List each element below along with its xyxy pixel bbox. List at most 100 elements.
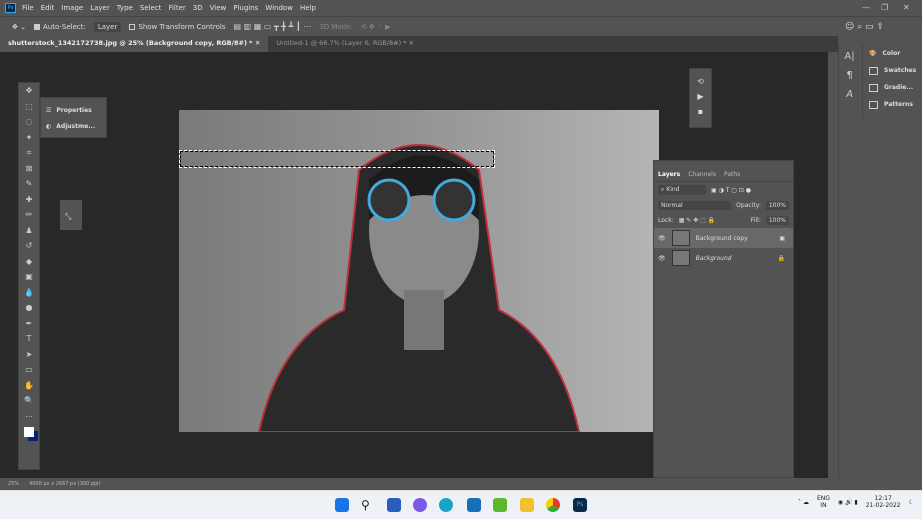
blend-mode-dropdown[interactable]: Normal <box>658 201 732 210</box>
tab-shutterstock[interactable]: shutterstock_1342172738.jpg @ 25% (Backg… <box>0 36 269 52</box>
history-brush-icon[interactable]: ↺ <box>19 238 39 254</box>
chat-icon[interactable] <box>413 498 427 512</box>
status-bar: 25% 4000 px x 2667 px (300 ppi) <box>0 478 922 490</box>
comments-icon[interactable]: ▪ <box>698 107 703 116</box>
zoom-tool-icon[interactable]: 🔍 <box>19 393 39 409</box>
play-actions-icon[interactable]: ▶ <box>697 92 703 101</box>
pen-tool-icon[interactable]: ✒ <box>19 316 39 332</box>
menu-view[interactable]: View <box>210 4 227 12</box>
path-select-icon[interactable]: ➤ <box>19 347 39 363</box>
close-tab-icon[interactable]: ✕ <box>255 39 260 47</box>
language-indicator[interactable]: ENG IN <box>817 495 830 509</box>
task-view-icon[interactable] <box>387 498 401 512</box>
close-icon[interactable]: ✕ <box>903 3 910 12</box>
eyedropper-icon[interactable]: ✎ <box>19 176 39 192</box>
menu-help[interactable]: Help <box>300 4 316 12</box>
clock[interactable]: 12:17 21-02-2022 <box>866 495 901 509</box>
gradient-tool-icon[interactable]: ▣ <box>19 269 39 285</box>
brush-tool-icon[interactable]: ✏ <box>19 207 39 223</box>
lang: ENG <box>816 495 830 502</box>
layer-filter-dropdown[interactable]: ⌕ Kind <box>658 185 706 195</box>
lock-icons[interactable]: ▦ ✎ ✥ ⬚ 🔒 <box>679 217 716 224</box>
layer-row-background[interactable]: 👁 Background 🔒 <box>654 248 793 268</box>
start-icon[interactable] <box>335 498 349 512</box>
marquee-tool-icon[interactable]: ⬚ <box>19 99 39 115</box>
tab-layers[interactable]: Layers <box>658 171 680 178</box>
menu-window[interactable]: Window <box>265 4 293 12</box>
adjustments-button[interactable]: ◐ Adjustme... <box>46 118 101 134</box>
tab-channels[interactable]: Channels <box>688 171 716 178</box>
mini-panel[interactable]: ⤡ <box>60 200 82 230</box>
swatches-button[interactable]: Swatches <box>863 62 922 79</box>
dodge-tool-icon[interactable]: ● <box>19 300 39 316</box>
rectangle-tool-icon[interactable]: ▭ <box>19 362 39 378</box>
menu-type[interactable]: Type <box>117 4 133 12</box>
camtasia-icon[interactable] <box>493 498 507 512</box>
notification-icon[interactable]: ☾ <box>909 499 914 506</box>
visibility-eye-icon[interactable]: 👁 <box>658 235 666 242</box>
eraser-icon[interactable]: ◆ <box>19 254 39 270</box>
glyphs-icon[interactable]: A <box>846 89 853 100</box>
minimize-icon[interactable]: — <box>862 3 870 12</box>
auto-select-checkbox[interactable]: Auto-Select: <box>33 23 86 31</box>
align-icons[interactable]: ▤ ▥ ▦ ▭ ┳ ╋ ┻ ┃ ⋯ <box>233 22 311 31</box>
zoom-level[interactable]: 25% <box>8 481 19 487</box>
photoshop-taskbar-icon[interactable]: Ps <box>573 498 587 512</box>
network-volume-battery-icons[interactable]: ◉ 🔊 ▮ <box>838 499 858 506</box>
layer-name: Background <box>695 254 732 262</box>
windows-taskbar: ⚲ Ps ˄ ☁ ENG IN ◉ 🔊 ▮ 12:17 21-02-2022 ☾ <box>0 490 922 519</box>
menu-layer[interactable]: Layer <box>90 4 110 12</box>
edge-icon[interactable] <box>439 498 453 512</box>
gradients-button[interactable]: Gradie... <box>863 79 922 96</box>
crop-tool-icon[interactable]: ⌗ <box>19 145 39 161</box>
tab-untitled[interactable]: Untitled-1 @ 66.7% (Layer 6, RGB/8#) * ✕ <box>268 36 422 52</box>
store-icon[interactable] <box>467 498 481 512</box>
frame-tool-icon[interactable]: ⊠ <box>19 161 39 177</box>
filter-icons[interactable]: ▣ ◑ T ▢ ⊡ ● <box>711 187 751 194</box>
move-tool-icon[interactable]: ✥ <box>19 83 39 99</box>
blur-tool-icon[interactable]: 💧 <box>19 285 39 301</box>
paragraph-icon[interactable]: ¶ <box>846 70 852 81</box>
menu-filter[interactable]: Filter <box>168 4 185 12</box>
layer-row-background-copy[interactable]: 👁 Background copy ▣ <box>654 228 793 248</box>
share-search-icons[interactable]: ☺ ⌕ ▭ ⇪ <box>845 22 884 32</box>
file-explorer-icon[interactable] <box>520 498 534 512</box>
fill-input[interactable]: 100% <box>765 216 789 225</box>
show-transform-checkbox[interactable]: Show Transform Controls <box>129 23 225 31</box>
document-info[interactable]: 4000 px x 2667 px (300 ppi) <box>29 481 100 487</box>
menu-image[interactable]: Image <box>61 4 83 12</box>
close-tab-icon[interactable]: ✕ <box>409 39 414 47</box>
patterns-button[interactable]: Patterns <box>863 96 922 113</box>
color-swatches-icon[interactable] <box>19 424 39 440</box>
layer-thumbnail <box>671 250 690 266</box>
tab-paths[interactable]: Paths <box>724 171 740 178</box>
restore-icon[interactable]: ❐ <box>881 3 888 12</box>
selection-marquee[interactable] <box>179 150 495 168</box>
color-label: Color <box>882 50 901 57</box>
opacity-input[interactable]: 100% <box>765 201 789 210</box>
type-tool-icon[interactable]: T <box>19 331 39 347</box>
date: 21-02-2022 <box>865 502 901 509</box>
healing-brush-icon[interactable]: ✚ <box>19 192 39 208</box>
character-icon[interactable]: A| <box>844 51 854 62</box>
menu-3d[interactable]: 3D <box>193 4 203 12</box>
search-icon[interactable]: ⚲ <box>361 498 375 512</box>
more-tools-icon[interactable]: ⋯ <box>19 409 39 425</box>
visibility-eye-icon[interactable]: 👁 <box>658 255 666 262</box>
stamp-tool-icon[interactable]: ♟ <box>19 223 39 239</box>
properties-button[interactable]: ☰ Properties <box>46 102 101 118</box>
lasso-tool-icon[interactable]: ◌ <box>19 114 39 130</box>
layer-thumbnail <box>671 230 690 246</box>
layer-select-dropdown[interactable]: Layer <box>93 21 122 32</box>
magic-wand-icon[interactable]: ✦ <box>19 130 39 146</box>
chrome-icon[interactable] <box>546 498 560 512</box>
menu-select[interactable]: Select <box>140 4 162 12</box>
menu-plugins[interactable]: Plugins <box>233 4 258 12</box>
tray-icons[interactable]: ˄ ☁ <box>798 499 809 506</box>
patterns-icon <box>869 100 878 109</box>
history-icon[interactable]: ⟲ <box>697 77 704 86</box>
menu-edit[interactable]: Edit <box>41 4 55 12</box>
color-button[interactable]: 🎨 Color <box>863 45 922 62</box>
hand-tool-icon[interactable]: ✋ <box>19 378 39 394</box>
menu-file[interactable]: File <box>22 4 34 12</box>
